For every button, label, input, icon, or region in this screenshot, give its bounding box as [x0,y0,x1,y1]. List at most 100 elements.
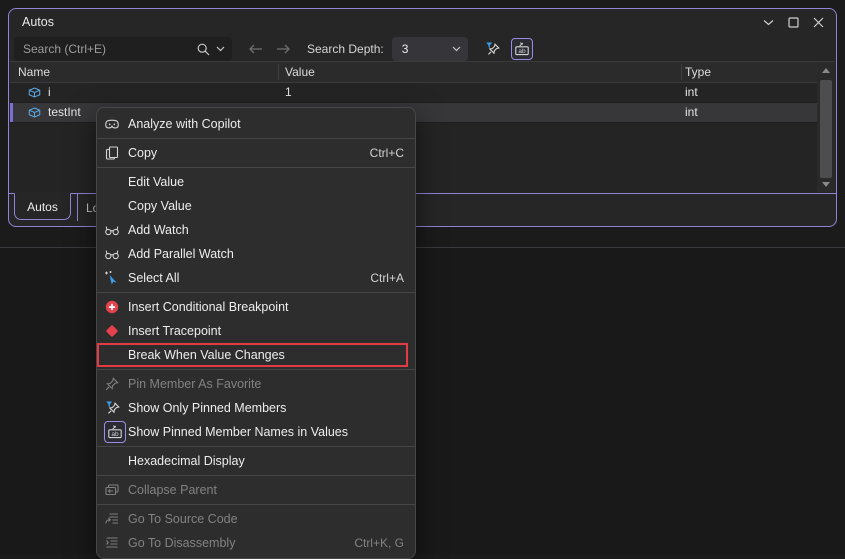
search-back-button[interactable] [246,40,264,58]
cell-type: int [685,103,698,122]
context-menu: Analyze with Copilot CopyCtrl+C Edit Value… [96,107,416,559]
triangle-up-icon [822,68,830,73]
variable-icon [27,85,42,100]
scroll-up-button[interactable] [817,63,835,77]
menu-separator [97,504,415,505]
menu-item-add-watch[interactable]: Add Watch [97,218,415,242]
menu-item-show-only-pinned-members[interactable]: Show Only Pinned Members [97,396,415,420]
menu-item-collapse-parent[interactable]: Collapse Parent [97,478,415,502]
scroll-down-button[interactable] [817,177,835,191]
scrollbar-thumb[interactable] [820,80,832,178]
cell-name: testInt [48,103,81,122]
go-to-disassembly-icon [104,531,120,555]
menu-item-edit-value[interactable]: Edit Value [97,170,415,194]
column-header-name[interactable]: Name [18,62,50,82]
show-only-pinned-members-button[interactable] [480,37,506,61]
search-depth-label: Search Depth: [307,42,384,56]
search-input[interactable]: Search (Ctrl+E) [14,37,232,61]
menu-separator [97,167,415,168]
menu-item-label: Copy Value [128,199,192,213]
select-all-icon [104,266,120,290]
table-row[interactable]: i 1 int [10,83,817,103]
menu-item-break-when-value-changes[interactable]: Break When Value Changes [97,343,415,367]
menu-item-label: Show Only Pinned Members [128,401,286,415]
window-controls [756,11,831,33]
menu-item-label: Go To Disassembly [128,536,235,550]
menu-separator [97,446,415,447]
tab-autos[interactable]: Autos [14,193,71,220]
chevron-down-icon [216,46,225,52]
menu-item-label: Collapse Parent [128,483,217,497]
tab-label: Autos [27,200,58,214]
cell-name: i [48,83,51,102]
menu-item-label: Insert Tracepoint [128,324,221,338]
search-forward-button[interactable] [274,40,292,58]
close-button[interactable] [806,11,831,33]
menu-separator [97,475,415,476]
menu-separator [97,292,415,293]
collapse-parent-icon [104,478,120,502]
copilot-icon [104,112,120,136]
menu-item-label: Hexadecimal Display [128,454,245,468]
column-divider[interactable] [278,64,279,80]
pin-icon [104,372,120,396]
menu-item-insert-tracepoint[interactable]: Insert Tracepoint [97,319,415,343]
menu-item-show-pinned-member-names-in-values[interactable]: ab Show Pinned Member Names in Values [97,420,415,444]
menu-item-label: Show Pinned Member Names in Values [128,425,348,439]
menu-item-label: Pin Member As Favorite [128,377,261,391]
toolbar: Search (Ctrl+E) Search Depth: 3 [9,34,836,64]
pin-filter-icon [484,41,502,57]
arrow-right-icon [276,43,291,55]
menu-item-label: Add Parallel Watch [128,247,234,261]
maximize-icon [788,17,799,28]
menu-item-add-parallel-watch[interactable]: Add Parallel Watch [97,242,415,266]
menu-item-label: Add Watch [128,223,189,237]
cell-value: 1 [285,83,292,102]
column-divider[interactable] [681,64,682,80]
menu-item-analyze-with-copilot[interactable]: Analyze with Copilot [97,112,415,136]
menu-item-label: Go To Source Code [128,512,238,526]
search-placeholder: Search (Ctrl+E) [14,42,196,56]
menu-item-go-to-source-code[interactable]: Go To Source Code [97,507,415,531]
svg-text:ab: ab [518,48,526,55]
chevron-down-icon [452,46,461,52]
search-depth-select[interactable]: 3 [392,37,468,61]
menu-item-copy[interactable]: CopyCtrl+C [97,141,415,165]
go-to-source-icon [104,507,120,531]
search-options-dropdown[interactable] [216,46,225,52]
vertical-scrollbar[interactable] [817,62,835,192]
search-depth-value: 3 [392,42,452,56]
conditional-breakpoint-icon [104,295,120,319]
chevron-down-icon [763,19,774,26]
grid-header[interactable]: Name Value Type [10,62,817,83]
menu-item-label: Select All [128,271,179,285]
menu-item-insert-conditional-breakpoint[interactable]: Insert Conditional Breakpoint [97,295,415,319]
arrow-left-icon [248,43,263,55]
column-header-value[interactable]: Value [285,62,315,82]
menu-item-label: Break When Value Changes [128,348,285,362]
menu-item-shortcut: Ctrl+A [370,266,404,290]
svg-text:ab: ab [111,431,119,438]
menu-item-pin-member-as-favorite[interactable]: Pin Member As Favorite [97,372,415,396]
menu-separator [97,369,415,370]
copy-icon [104,141,120,165]
triangle-down-icon [822,182,830,187]
menu-item-hexadecimal-display[interactable]: Hexadecimal Display [97,449,415,473]
column-header-type[interactable]: Type [685,62,711,82]
menu-item-go-to-disassembly[interactable]: Go To Disassembly Ctrl+K, G [97,531,415,555]
close-icon [813,17,824,28]
window-position-button[interactable] [756,11,781,33]
maximize-button[interactable] [781,11,806,33]
menu-item-label: Analyze with Copilot [128,117,241,131]
menu-item-label: Copy [128,146,157,160]
window-titlebar[interactable]: Autos [9,9,836,35]
tracepoint-icon [104,319,120,343]
menu-item-copy-value[interactable]: Copy Value [97,194,415,218]
variable-icon [27,105,42,120]
show-pinned-member-names-button[interactable]: ab [509,37,535,61]
ab-box-icon: ab [511,38,533,60]
menu-item-select-all[interactable]: Select All Ctrl+A [97,266,415,290]
menu-item-shortcut: Ctrl+K, G [354,531,404,555]
pin-filter-icon [104,396,122,420]
cell-type: int [685,83,698,102]
